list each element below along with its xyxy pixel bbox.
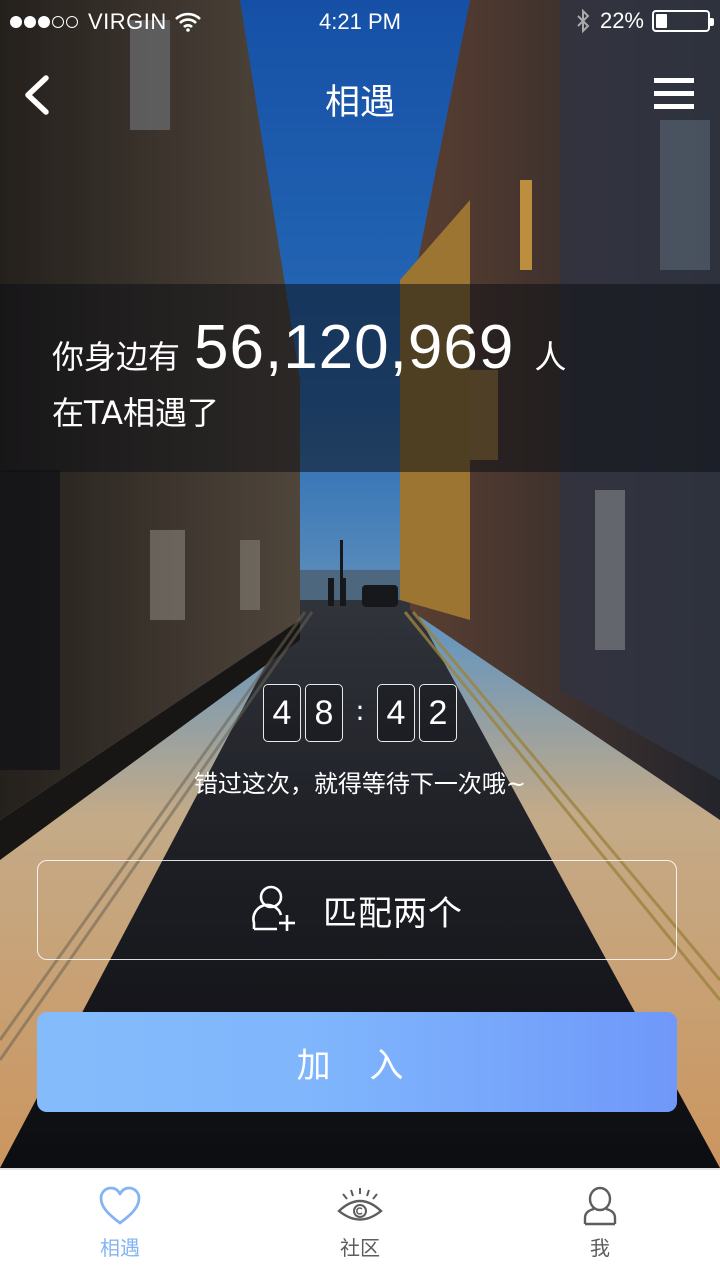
countdown-separator: : bbox=[355, 693, 365, 727]
banner-line-2: 在TA相遇了 bbox=[52, 394, 219, 432]
tab-label: 我 bbox=[590, 1236, 610, 1260]
countdown-digit: 4 bbox=[263, 684, 301, 742]
battery-percent: 22% bbox=[599, 8, 644, 33]
match-button-label: 匹配两个 bbox=[323, 893, 463, 934]
countdown-digit: 2 bbox=[419, 684, 457, 742]
match-two-button[interactable]: 匹配两个 bbox=[37, 860, 677, 960]
people-count-banner: 你身边有 56,120,969 人 在TA相遇了 bbox=[0, 284, 720, 472]
status-bar: VIRGIN 4:21 PM 22% bbox=[0, 0, 720, 44]
tab-label: 社区 bbox=[340, 1236, 380, 1260]
tab-label: 相遇 bbox=[100, 1236, 140, 1260]
people-count: 56,120,969 bbox=[194, 313, 515, 382]
join-button[interactable]: 加 入 bbox=[37, 1012, 677, 1112]
status-right: 22% bbox=[576, 8, 714, 34]
countdown-digit: 8 bbox=[305, 684, 343, 742]
hamburger-menu-icon[interactable] bbox=[654, 76, 694, 112]
battery-level-fill bbox=[656, 14, 667, 28]
tab-community[interactable]: 社区 bbox=[240, 1170, 480, 1280]
navigation-bar: 相遇 bbox=[0, 60, 720, 130]
countdown-hint: 错过这次，就得等待下一次哦~ bbox=[193, 770, 527, 798]
tab-encounter[interactable]: 相遇 bbox=[0, 1170, 240, 1280]
countdown-timer: 4 8 : 4 2 bbox=[0, 684, 720, 742]
eye-icon bbox=[337, 1188, 383, 1221]
banner-suffix: 人 bbox=[534, 338, 567, 376]
heart-icon bbox=[99, 1186, 141, 1225]
battery-icon bbox=[652, 10, 714, 32]
bluetooth-icon bbox=[577, 9, 590, 33]
background-street-photo bbox=[0, 0, 720, 1168]
countdown-digit: 4 bbox=[377, 684, 415, 742]
banner-line-1: 你身边有 56,120,969 人 bbox=[52, 312, 566, 383]
page-title: 相遇 bbox=[324, 83, 395, 123]
person-icon bbox=[583, 1186, 617, 1226]
add-user-icon bbox=[252, 885, 295, 931]
tab-me[interactable]: 我 bbox=[480, 1170, 720, 1280]
bottom-tab-bar: 相遇 社区 我 bbox=[0, 1168, 720, 1280]
banner-prefix: 你身边有 bbox=[52, 338, 181, 376]
